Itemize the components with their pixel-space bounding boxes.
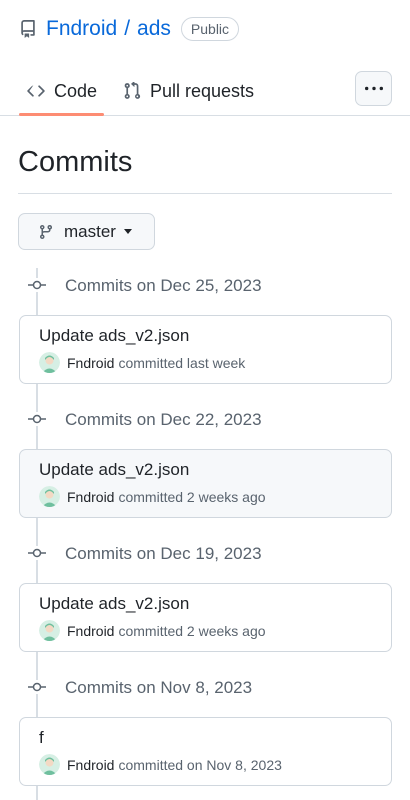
tab-pull-requests-label: Pull requests	[150, 80, 255, 101]
avatar[interactable]	[39, 620, 60, 641]
git-commit-icon	[28, 412, 46, 426]
more-options-button[interactable]	[355, 71, 392, 106]
commit-time: committed 2 weeks ago	[118, 622, 266, 639]
commit-group-date: Commits on Dec 19, 2023	[65, 544, 262, 563]
commit-time: committed on Nov 8, 2023	[118, 756, 282, 773]
commit-meta: Fndroid committed 2 weeks ago	[39, 486, 266, 507]
repo-header: Fndroid / ads Public Code Pull requests	[0, 0, 410, 116]
commit-card[interactable]: Update ads_v2.json Fndroid committed las…	[19, 315, 392, 384]
avatar[interactable]	[39, 486, 60, 507]
commit-group-date: Commits on Dec 25, 2023	[65, 276, 262, 295]
commit-author-link[interactable]: Fndroid	[67, 623, 114, 639]
branch-name: master	[64, 221, 116, 241]
visibility-badge: Public	[180, 17, 240, 41]
repo-name-link[interactable]: ads	[137, 17, 171, 41]
commit-group-date: Commits on Dec 22, 2023	[65, 410, 262, 429]
commit-author-link[interactable]: Fndroid	[67, 757, 114, 773]
commit-meta: Fndroid committed last week	[39, 352, 245, 373]
commit-time: committed 2 weeks ago	[118, 488, 266, 505]
commit-time: committed last week	[118, 354, 246, 371]
commit-author-link[interactable]: Fndroid	[67, 355, 114, 371]
avatar[interactable]	[39, 352, 60, 373]
commit-author-link[interactable]: Fndroid	[67, 489, 114, 505]
commit-message-link[interactable]: Update ads_v2.json	[39, 460, 189, 480]
commit-message-link[interactable]: f	[39, 728, 44, 748]
repo-tabs: Code Pull requests	[0, 66, 410, 116]
selected-tab-indicator	[19, 113, 104, 116]
triangle-down-icon	[123, 229, 132, 234]
commit-card[interactable]: Update ads_v2.json Fndroid committed 2 w…	[19, 449, 392, 518]
commit-meta: Fndroid committed on Nov 8, 2023	[39, 754, 282, 775]
tab-pull-requests[interactable]: Pull requests	[123, 66, 254, 116]
code-icon	[27, 82, 45, 100]
repo-separator: /	[124, 17, 131, 40]
repo-title: Fndroid / ads Public	[19, 14, 240, 44]
commit-card[interactable]: Update ads_v2.json Fndroid committed 2 w…	[19, 583, 392, 652]
repo-icon	[19, 20, 37, 38]
git-pull-request-icon	[123, 82, 141, 100]
branch-select-button[interactable]: master	[18, 213, 155, 250]
kebab-horizontal-icon	[364, 80, 383, 98]
commit-message-link[interactable]: Update ads_v2.json	[39, 326, 189, 346]
avatar[interactable]	[39, 754, 60, 775]
commit-meta: Fndroid committed 2 weeks ago	[39, 620, 266, 641]
commit-card[interactable]: f Fndroid committed on Nov 8, 2023	[19, 717, 392, 786]
git-commit-icon	[28, 680, 46, 694]
tab-code-label: Code	[54, 80, 98, 101]
git-commit-icon	[28, 546, 46, 560]
git-commit-icon	[28, 278, 46, 292]
page-title: Commits	[18, 146, 133, 178]
tab-code[interactable]: Code	[27, 66, 97, 116]
repo-owner-link[interactable]: Fndroid	[46, 17, 117, 41]
commit-message-link[interactable]: Update ads_v2.json	[39, 594, 189, 614]
commit-group-date: Commits on Nov 8, 2023	[65, 678, 253, 697]
git-branch-icon	[38, 224, 54, 240]
title-divider	[18, 193, 392, 194]
